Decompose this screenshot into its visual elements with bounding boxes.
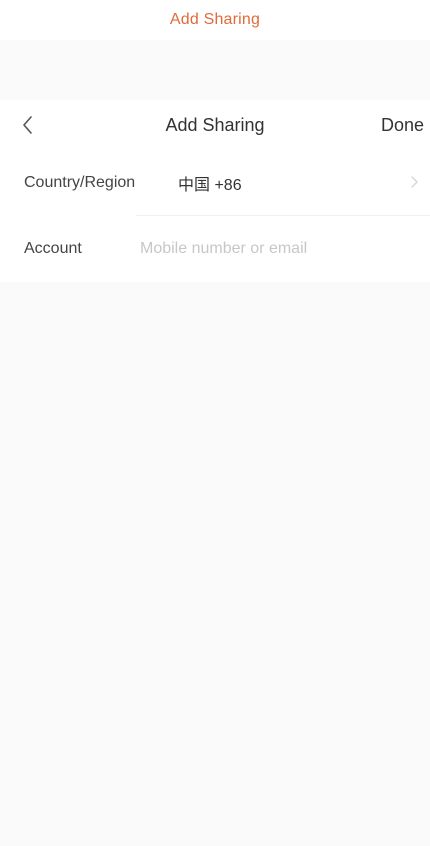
back-button[interactable] — [12, 109, 44, 141]
page-title: Add Sharing — [165, 114, 265, 135]
account-label: Account — [24, 240, 82, 257]
sharing-form: Country/Region 中国 +86 Account — [0, 150, 430, 282]
account-input[interactable] — [140, 234, 418, 264]
empty-content-area — [0, 300, 430, 846]
account-row: Account — [0, 216, 430, 282]
country-region-value: 中国 +86 — [178, 177, 242, 194]
top-banner: Add Sharing — [0, 0, 430, 40]
navigation-header: Add Sharing Done — [0, 100, 430, 150]
country-region-row[interactable]: Country/Region 中国 +86 — [0, 150, 430, 216]
chevron-left-icon — [23, 116, 32, 134]
chevron-right-icon — [411, 176, 418, 188]
top-banner-title: Add Sharing — [169, 11, 261, 28]
country-region-label: Country/Region — [24, 174, 136, 191]
add-sharing-screen: Add Sharing Add Sharing Done Country/Reg… — [0, 0, 430, 846]
done-button[interactable]: Done — [381, 110, 424, 140]
